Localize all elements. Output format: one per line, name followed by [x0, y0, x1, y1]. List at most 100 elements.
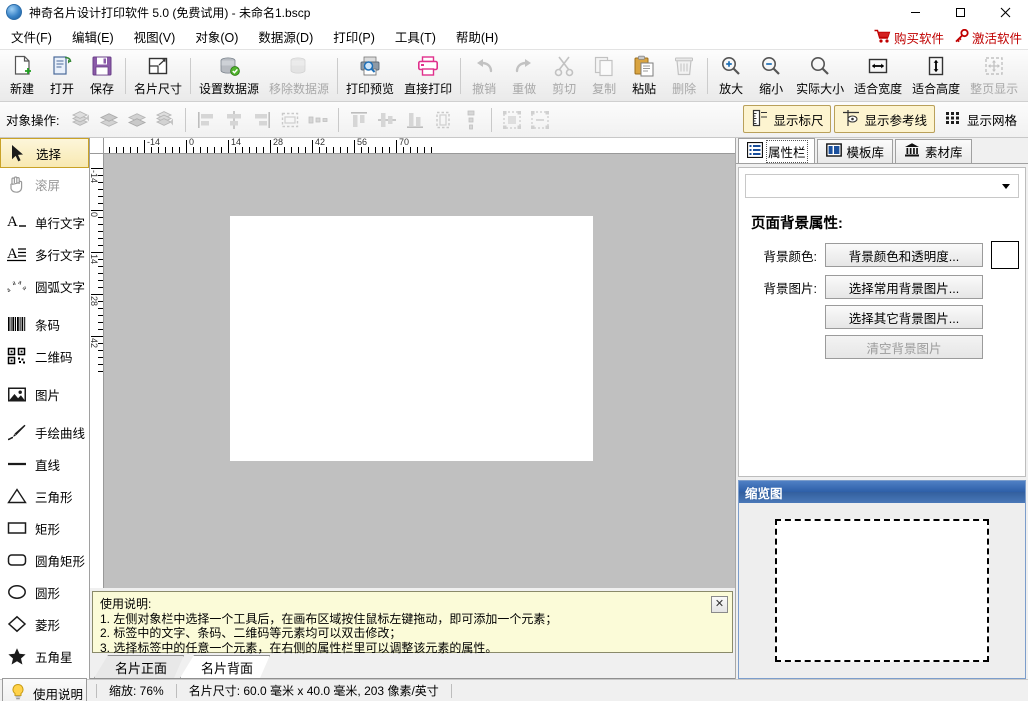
- copy-button[interactable]: 复制: [584, 52, 624, 100]
- clear-background-button[interactable]: 清空背景图片: [825, 335, 983, 359]
- tool-image[interactable]: 图片: [0, 378, 89, 410]
- tool-select-label: 选择: [36, 144, 61, 163]
- distribute-v-button[interactable]: [457, 106, 485, 134]
- send-to-back-button[interactable]: [151, 106, 179, 134]
- tab-card-back[interactable]: 名片背面: [180, 655, 270, 678]
- tab-material-library[interactable]: 素材库: [895, 139, 972, 163]
- menu-print[interactable]: 打印(P): [324, 24, 384, 49]
- fit-width-button[interactable]: 适合宽度: [849, 52, 907, 100]
- zoom-out-button[interactable]: 缩小: [751, 52, 791, 100]
- align-center-h-button[interactable]: [220, 106, 248, 134]
- tool-circle[interactable]: 圆形: [0, 576, 89, 608]
- paste-button[interactable]: 粘贴: [624, 52, 664, 100]
- tab-template-library[interactable]: 模板库: [817, 139, 894, 163]
- tool-barcode[interactable]: 条码: [0, 308, 89, 340]
- delete-button[interactable]: 删除: [664, 52, 704, 100]
- vertical-ruler[interactable]: -140142842: [90, 154, 104, 588]
- background-color-label: 背景颜色:: [745, 246, 825, 265]
- tab-card-front[interactable]: 名片正面: [94, 655, 184, 678]
- remove-datasource-button[interactable]: 移除数据源: [264, 52, 334, 100]
- maximize-button[interactable]: [938, 0, 983, 24]
- menu-bar-right-actions: 购买软件 激活软件: [874, 24, 1022, 50]
- tool-pan[interactable]: 滚屏: [0, 168, 89, 200]
- activate-software-button[interactable]: 激活软件: [954, 28, 1022, 47]
- toolbar2-separator: [185, 108, 186, 132]
- set-datasource-button[interactable]: 设置数据源: [194, 52, 264, 100]
- show-ruler-toggle[interactable]: 显示标尺: [743, 105, 831, 133]
- choose-common-background-button[interactable]: 选择常用背景图片...: [825, 275, 983, 299]
- tool-line[interactable]: 直线: [0, 448, 89, 480]
- status-separator: [451, 684, 452, 698]
- tool-multi-line-text[interactable]: A 多行文字: [0, 238, 89, 270]
- tool-arc-text[interactable]: aaaa 圆弧文字: [0, 270, 89, 302]
- tool-rounded-rect[interactable]: 圆角矩形: [0, 544, 89, 576]
- actual-size-button[interactable]: 实际大小: [791, 52, 849, 100]
- tab-properties[interactable]: 属性栏: [738, 138, 815, 163]
- print-preview-button[interactable]: 打印预览: [341, 52, 399, 100]
- menu-datasource[interactable]: 数据源(D): [249, 24, 322, 49]
- same-height-button[interactable]: [429, 106, 457, 134]
- open-button[interactable]: 打开: [42, 52, 82, 100]
- menu-file[interactable]: 文件(F): [2, 24, 61, 49]
- tool-select[interactable]: 选择: [0, 138, 89, 168]
- new-button[interactable]: 新建: [2, 52, 42, 100]
- background-color-button[interactable]: 背景颜色和透明度...: [825, 243, 983, 267]
- show-grid-toggle[interactable]: 显示网格: [938, 105, 1024, 133]
- menu-help[interactable]: 帮助(H): [447, 24, 507, 49]
- show-guides-toggle[interactable]: 显示参考线: [834, 105, 935, 133]
- image-icon: [6, 383, 28, 405]
- thumbnail-card-preview: [775, 519, 989, 662]
- tool-qrcode[interactable]: 二维码: [0, 340, 89, 372]
- toolbar2-separator: [491, 108, 492, 132]
- tool-triangle[interactable]: 三角形: [0, 480, 89, 512]
- bring-forward-button[interactable]: [95, 106, 123, 134]
- card-design-surface[interactable]: [230, 216, 593, 461]
- close-button[interactable]: [983, 0, 1028, 24]
- tool-rectangle[interactable]: 矩形: [0, 512, 89, 544]
- tool-single-line-text[interactable]: A 单行文字: [0, 206, 89, 238]
- chevron-down-icon: [1002, 184, 1010, 189]
- align-top-button[interactable]: [345, 106, 373, 134]
- direct-print-button[interactable]: 直接打印: [399, 52, 457, 100]
- send-backward-button[interactable]: [123, 106, 151, 134]
- object-select-combo[interactable]: [745, 174, 1019, 198]
- usage-instructions-button[interactable]: 使用说明: [2, 678, 87, 701]
- bring-to-front-button[interactable]: [67, 106, 95, 134]
- undo-button[interactable]: 撤销: [464, 52, 504, 100]
- align-bottom-button[interactable]: [401, 106, 429, 134]
- ruler-tick-label: 14: [231, 138, 241, 147]
- minimize-button[interactable]: [893, 0, 938, 24]
- ruler-minor-tick: [298, 147, 299, 154]
- choose-other-background-button[interactable]: 选择其它背景图片...: [825, 305, 983, 329]
- same-width-button[interactable]: [276, 106, 304, 134]
- menu-view[interactable]: 视图(V): [125, 24, 185, 49]
- buy-software-button[interactable]: 购买软件: [874, 28, 944, 47]
- distribute-h-button[interactable]: [304, 106, 332, 134]
- fit-page-button[interactable]: 整页显示: [965, 52, 1023, 100]
- align-left-button[interactable]: [192, 106, 220, 134]
- tool-star[interactable]: 五角星: [0, 640, 89, 672]
- tool-diamond[interactable]: 菱形: [0, 608, 89, 640]
- menu-object[interactable]: 对象(O): [186, 24, 247, 49]
- ruler-tick-label: 56: [357, 138, 367, 147]
- menu-tools[interactable]: 工具(T): [386, 24, 445, 49]
- tool-freehand[interactable]: 手绘曲线: [0, 416, 89, 448]
- menu-edit[interactable]: 编辑(E): [63, 24, 123, 49]
- align-right-button[interactable]: [248, 106, 276, 134]
- close-instructions-button[interactable]: ✕: [711, 596, 728, 613]
- background-color-swatch[interactable]: [991, 241, 1019, 269]
- group-button[interactable]: [498, 106, 526, 134]
- horizontal-ruler[interactable]: -1401428425670: [104, 138, 735, 154]
- tool-palette: 选择 滚屏 A 单行文字 A 多行文字: [0, 138, 90, 679]
- cut-button[interactable]: 剪切: [544, 52, 584, 100]
- fit-height-button[interactable]: 适合高度: [907, 52, 965, 100]
- align-middle-v-button[interactable]: [373, 106, 401, 134]
- zoom-in-button[interactable]: 放大: [711, 52, 751, 100]
- ungroup-button[interactable]: [526, 106, 554, 134]
- redo-button[interactable]: 重做: [504, 52, 544, 100]
- canvas-area[interactable]: [104, 154, 735, 588]
- save-button[interactable]: 保存: [82, 52, 122, 100]
- card-size-button[interactable]: 名片尺寸: [129, 52, 187, 100]
- direct-print-button-label: 直接打印: [404, 80, 452, 97]
- rectangle-icon: [6, 517, 28, 539]
